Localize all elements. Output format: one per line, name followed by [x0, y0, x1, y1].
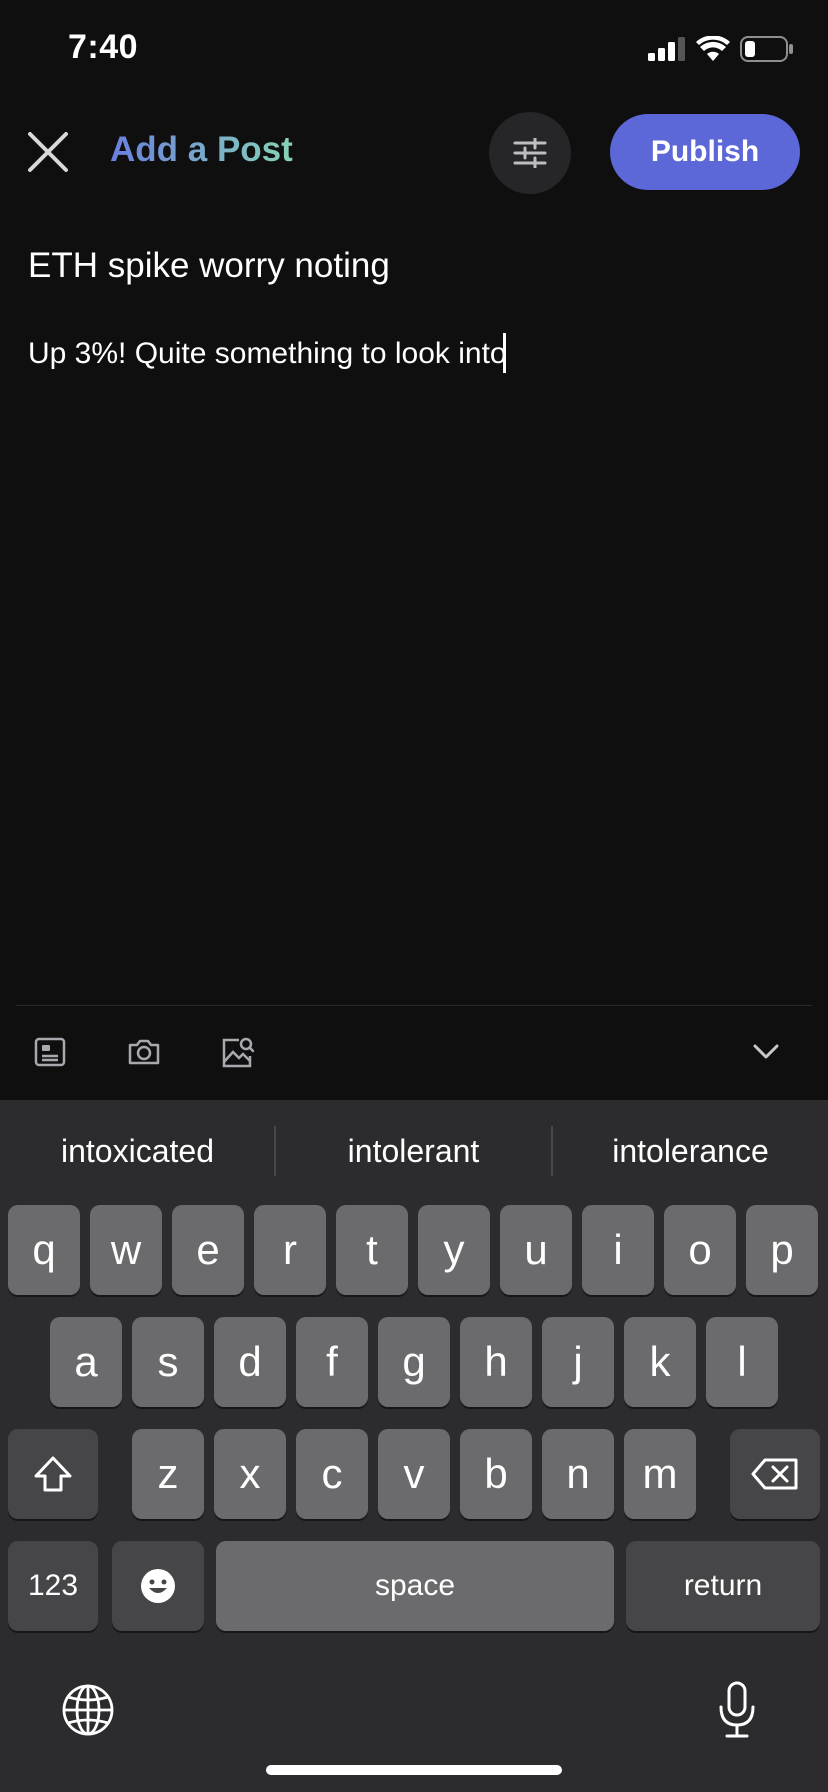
shift-icon [34, 1456, 72, 1492]
key-q[interactable]: q [8, 1205, 80, 1295]
image-search-button[interactable] [216, 1030, 260, 1074]
status-time: 7:40 [68, 28, 139, 66]
text-cursor [502, 333, 506, 374]
key-y[interactable]: y [418, 1205, 490, 1295]
post-body-text: Up 3%! Quite something to look into [28, 337, 507, 370]
backspace-key[interactable] [730, 1429, 820, 1519]
home-indicator [266, 1765, 562, 1775]
key-s[interactable]: s [132, 1317, 204, 1407]
close-icon [28, 132, 68, 172]
key-w[interactable]: w [90, 1205, 162, 1295]
battery-icon [740, 36, 793, 62]
key-l[interactable]: l [706, 1317, 778, 1407]
close-button[interactable] [20, 124, 76, 180]
key-z[interactable]: z [132, 1429, 204, 1519]
page-title: Add a Post [110, 130, 293, 169]
post-title-field[interactable]: ETH spike worry noting [28, 246, 788, 286]
key-u[interactable]: u [500, 1205, 572, 1295]
key-o[interactable]: o [664, 1205, 736, 1295]
key-p[interactable]: p [746, 1205, 818, 1295]
key-h[interactable]: h [460, 1317, 532, 1407]
microphone-icon [719, 1681, 755, 1738]
key-r[interactable]: r [254, 1205, 326, 1295]
suggestion-2[interactable]: intolerant [276, 1124, 551, 1178]
key-d[interactable]: d [214, 1317, 286, 1407]
globe-icon [62, 1684, 114, 1736]
suggestion-3[interactable]: intolerance [553, 1124, 828, 1178]
emoji-icon [141, 1569, 175, 1603]
collapse-toolbar-button[interactable] [744, 1030, 788, 1074]
post-body-field[interactable]: Up 3%! Quite something to look into [28, 333, 788, 375]
key-n[interactable]: n [542, 1429, 614, 1519]
key-b[interactable]: b [460, 1429, 532, 1519]
key-t[interactable]: t [336, 1205, 408, 1295]
key-m[interactable]: m [624, 1429, 696, 1519]
post-settings-button[interactable] [489, 112, 571, 194]
sliders-icon [513, 138, 547, 168]
signal-icon [648, 37, 685, 61]
globe-button[interactable] [60, 1682, 116, 1738]
post-template-icon [34, 1037, 66, 1067]
key-x[interactable]: x [214, 1429, 286, 1519]
wifi-icon [696, 36, 730, 61]
space-key[interactable]: space [216, 1541, 614, 1631]
key-g[interactable]: g [378, 1317, 450, 1407]
key-v[interactable]: v [378, 1429, 450, 1519]
status-icons [648, 36, 794, 62]
dictation-button[interactable] [712, 1678, 762, 1742]
camera-button[interactable] [122, 1030, 166, 1074]
image-search-icon [222, 1037, 255, 1068]
backspace-icon [751, 1458, 798, 1490]
publish-button[interactable]: Publish [610, 114, 800, 190]
return-key[interactable]: return [626, 1541, 820, 1631]
key-e[interactable]: e [172, 1205, 244, 1295]
key-a[interactable]: a [50, 1317, 122, 1407]
key-j[interactable]: j [542, 1317, 614, 1407]
numbers-key[interactable]: 123 [8, 1541, 98, 1631]
camera-icon [128, 1039, 160, 1065]
toolbar-divider [16, 1005, 812, 1006]
key-i[interactable]: i [582, 1205, 654, 1295]
shift-key[interactable] [8, 1429, 98, 1519]
chevron-down-icon [753, 1044, 779, 1059]
key-c[interactable]: c [296, 1429, 368, 1519]
key-k[interactable]: k [624, 1317, 696, 1407]
key-f[interactable]: f [296, 1317, 368, 1407]
emoji-key[interactable] [112, 1541, 204, 1631]
post-template-button[interactable] [28, 1030, 72, 1074]
suggestion-1[interactable]: intoxicated [0, 1124, 275, 1178]
